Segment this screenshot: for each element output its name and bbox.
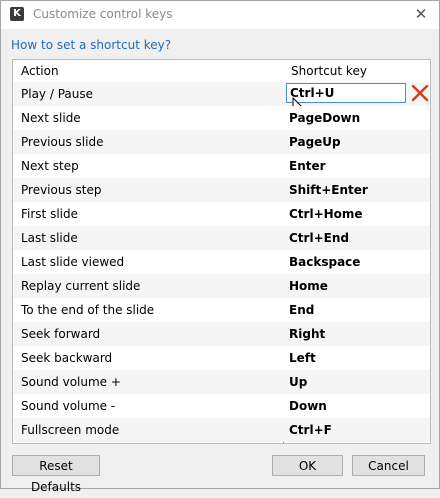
action-cell: Seek backward <box>21 351 113 365</box>
shortcut-cell[interactable]: Right <box>289 327 325 341</box>
column-header-shortcut[interactable]: Shortcut key <box>291 64 367 78</box>
action-cell: Next slide <box>21 111 81 125</box>
shortcut-cell[interactable]: Left <box>289 351 316 365</box>
close-button[interactable]: ✕ <box>411 4 431 24</box>
help-link[interactable]: How to set a shortcut key? <box>11 38 171 52</box>
table-row[interactable]: Sound volume - Down <box>13 394 430 418</box>
shortcut-cell[interactable]: Enter <box>289 159 326 173</box>
shortcut-input[interactable]: Ctrl+U <box>286 83 406 103</box>
table-row[interactable]: Sound volume + Up <box>13 370 430 394</box>
reset-defaults-button[interactable]: Reset Defaults <box>12 455 100 494</box>
table-row[interactable]: Previous slide PageUp <box>13 130 430 154</box>
ok-button[interactable]: OK <box>272 455 343 476</box>
table-row[interactable]: To the end of the slide End <box>13 298 430 322</box>
action-cell: Previous step <box>21 183 102 197</box>
action-cell: Next step <box>21 159 79 173</box>
shortcut-cell[interactable]: Ctrl+Home <box>289 207 363 221</box>
action-cell: Play / Pause <box>21 87 93 101</box>
shortcut-cell[interactable]: PageDown <box>289 111 360 125</box>
shortcut-cell[interactable]: Ctrl+End <box>289 231 349 245</box>
window-title: Customize control keys <box>33 7 173 21</box>
action-cell: Fullscreen mode <box>21 423 120 437</box>
app-logo-icon: K <box>10 7 24 21</box>
table-row[interactable]: Seek forward Right <box>13 322 430 346</box>
shortcut-cell[interactable]: Shift+Enter <box>289 183 368 197</box>
table-row[interactable]: Last slide viewed Backspace <box>13 250 430 274</box>
table-body: Play / Pause Ctrl+U Next slide PageDown Prev… <box>13 82 430 442</box>
action-cell: Replay current slide <box>21 279 141 293</box>
table-row[interactable]: Fullscreen mode Ctrl+F <box>13 418 430 442</box>
dialog-window: K Customize control keys ✕ How to set a … <box>0 0 440 494</box>
action-cell: Sound volume + <box>21 375 121 389</box>
table-row[interactable]: Play / Pause Ctrl+U <box>13 82 430 115</box>
action-cell: Last slide <box>21 231 78 245</box>
shortcut-table: Action Shortcut key Play / Pause Ctrl+U Ne… <box>12 59 431 444</box>
action-cell: Previous slide <box>21 135 104 149</box>
table-row[interactable]: Replay current slide Home <box>13 274 430 298</box>
shortcut-cell[interactable]: Up <box>289 375 307 389</box>
table-header: Action Shortcut key <box>13 60 430 82</box>
shortcut-cell[interactable]: PageUp <box>289 135 341 149</box>
table-row[interactable]: Last slide Ctrl+End <box>13 226 430 250</box>
title-bar: K Customize control keys ✕ <box>1 1 439 29</box>
table-row[interactable]: Seek backward Left <box>13 346 430 370</box>
action-cell: First slide <box>21 207 78 221</box>
column-header-action[interactable]: Action <box>21 64 59 78</box>
shortcut-cell[interactable]: Home <box>289 279 328 293</box>
cancel-button[interactable]: Cancel <box>352 455 425 476</box>
table-row[interactable]: Next slide PageDown <box>13 106 430 130</box>
table-row[interactable]: First slide Ctrl+Home <box>13 202 430 226</box>
shortcut-cell[interactable]: Backspace <box>289 255 360 269</box>
action-cell: Sound volume - <box>21 399 116 413</box>
shortcut-cell[interactable]: Down <box>289 399 327 413</box>
action-cell: Seek forward <box>21 327 101 341</box>
table-row[interactable]: Next step Enter <box>13 154 430 178</box>
shortcut-cell[interactable]: End <box>289 303 314 317</box>
clear-shortcut-icon[interactable] <box>411 84 429 102</box>
table-row[interactable]: Previous step Shift+Enter <box>13 178 430 202</box>
action-cell: Last slide viewed <box>21 255 125 269</box>
shortcut-cell[interactable]: Ctrl+F <box>289 423 332 437</box>
action-cell: To the end of the slide <box>21 303 155 317</box>
